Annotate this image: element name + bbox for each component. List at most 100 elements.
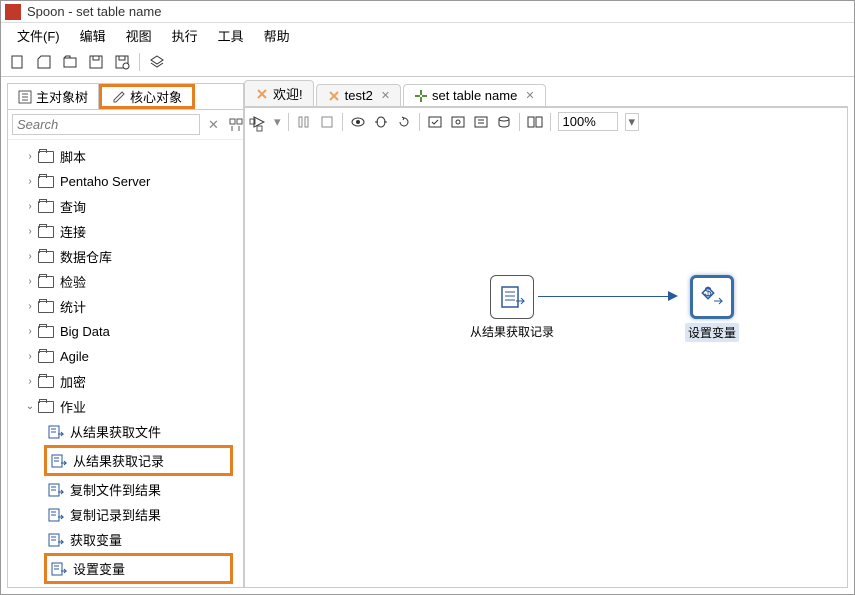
content-tab[interactable]: test2✕ [316,84,401,106]
tree-icon [18,90,32,104]
tree-label: 检验 [60,272,86,291]
highlighted-item: 设置变量 [44,553,233,584]
search-input[interactable] [12,114,200,135]
save-icon[interactable] [87,53,105,71]
close-tab-icon[interactable]: ✕ [525,89,534,102]
layers-icon[interactable] [148,53,166,71]
tab-label: set table name [432,88,517,103]
sql-icon[interactable] [473,114,489,130]
tree-leaf[interactable]: 复制文件到结果 [8,477,243,502]
check-icon[interactable] [427,114,443,130]
tab-icon [327,89,341,103]
node-label: 从结果获取记录 [470,323,554,340]
chevron-right-icon[interactable]: › [22,201,38,212]
chevron-right-icon[interactable]: › [22,251,38,262]
menu-run[interactable]: 执行 [164,24,206,47]
stop-icon[interactable] [319,114,335,130]
tree-folder[interactable]: ›Pentaho Server [8,169,243,194]
tree-label: Agile [60,349,89,364]
tree-label: 统计 [60,297,86,316]
tree-leaf[interactable]: 复制记录到结果 [8,502,243,527]
tab-core-objects[interactable]: 核心对象 [99,84,195,109]
tree-folder[interactable]: ›数据仓库 [8,244,243,269]
chevron-right-icon[interactable]: › [22,326,38,337]
connection-line[interactable] [538,296,668,297]
tab-main-tree[interactable]: 主对象树 [8,84,99,109]
menu-view[interactable]: 视图 [118,24,160,47]
menu-help[interactable]: 帮助 [256,24,298,47]
folder-icon [38,151,54,163]
step-icon [51,454,67,468]
tree-label: 复制记录到结果 [70,505,161,524]
tree-folder[interactable]: ›加密 [8,369,243,394]
tree-folder[interactable]: ›连接 [8,219,243,244]
chevron-right-icon[interactable]: › [22,176,38,187]
save-as-icon[interactable] [113,53,131,71]
chevron-down-icon[interactable]: ⌄ [22,401,38,412]
tab-icon [414,89,428,103]
tree-leaf[interactable]: 从结果获取文件 [8,419,243,444]
tree-folder[interactable]: ›映射 [8,585,243,587]
explore-db-icon[interactable] [496,114,512,130]
sidebar-tabs: 主对象树 核心对象 [8,84,243,110]
open-icon[interactable] [35,53,53,71]
step-icon [48,508,64,522]
debug-icon[interactable] [373,114,389,130]
highlighted-item: 从结果获取记录 [44,445,233,476]
content-tab[interactable]: set table name ✕ [403,84,546,106]
tree-folder[interactable]: › Big Data [8,319,243,344]
folder-icon [38,251,54,263]
explore-icon[interactable] [61,53,79,71]
app-icon [5,4,21,20]
tree-label: 从结果获取记录 [73,451,164,470]
pencil-icon [112,90,126,104]
clear-search-icon[interactable]: ✕ [204,117,223,133]
expand-all-icon[interactable] [227,116,245,134]
tree-folder[interactable]: › 检验 [8,269,243,294]
run-dropdown-icon[interactable]: ▾ [274,114,281,130]
tab-label: 欢迎! [273,84,303,103]
folder-icon [38,376,54,388]
main-area: 主对象树 核心对象 ✕ ›脚本›Pentaho Server›查询›连接›数据仓… [1,77,854,594]
new-icon[interactable] [9,53,27,71]
content-tab[interactable]: 欢迎! [244,80,314,106]
pause-icon[interactable] [296,114,312,130]
chevron-right-icon[interactable]: › [22,351,38,362]
chevron-right-icon[interactable]: › [22,226,38,237]
step-icon [48,533,64,547]
chevron-right-icon[interactable]: › [22,301,38,312]
tree-folder[interactable]: › Agile [8,344,243,369]
impact-icon[interactable] [450,114,466,130]
chevron-right-icon[interactable]: › [22,376,38,387]
chevron-right-icon[interactable]: › [22,276,38,287]
tree-folder[interactable]: ⌄ 作业 [8,394,243,419]
folder-icon [38,226,54,238]
canvas-node-get-rows[interactable]: 从结果获取记录 [470,275,554,340]
canvas[interactable]: 从结果获取记录 $ 设置变量 [244,135,848,588]
preview-icon[interactable] [350,114,366,130]
chevron-right-icon[interactable]: › [22,151,38,162]
toolbar-separator [139,53,140,71]
replay-icon[interactable] [396,114,412,130]
tree-leaf[interactable]: 获取变量 [8,527,243,552]
menu-file[interactable]: 文件(F) [9,24,68,47]
tree-folder[interactable]: ›查询 [8,194,243,219]
canvas-node-set-variable[interactable]: $ 设置变量 [685,275,739,342]
show-results-icon[interactable] [527,114,543,130]
tree-leaf[interactable]: 从结果获取记录 [47,448,230,473]
tree-leaf[interactable]: 设置变量 [47,556,230,581]
zoom-input[interactable] [558,112,618,131]
tree-folder[interactable]: ›脚本 [8,144,243,169]
content-tabs: 欢迎! test2✕ set table name ✕ [244,83,848,107]
close-tab-icon[interactable]: ✕ [381,89,390,102]
tree-label: 作业 [60,397,86,416]
menu-tools[interactable]: 工具 [210,24,252,47]
tree-label: Big Data [60,324,110,339]
menu-bar: 文件(F) 编辑 视图 执行 工具 帮助 [1,23,854,47]
menu-edit[interactable]: 编辑 [72,24,114,47]
main-toolbar [1,47,854,77]
tree-folder[interactable]: › 统计 [8,294,243,319]
zoom-dropdown-icon[interactable]: ▾ [625,113,640,131]
tree-label: 复制文件到结果 [70,480,161,499]
run-icon[interactable] [251,114,267,130]
